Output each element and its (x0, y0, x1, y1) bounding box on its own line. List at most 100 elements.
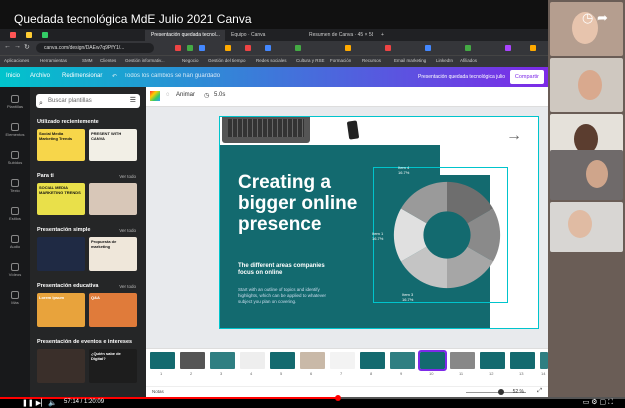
extension-icon[interactable] (187, 45, 193, 51)
sidebar-item-templates[interactable]: Plantillas (3, 95, 27, 109)
slide-body-text[interactable]: Start with an outline of topics and iden… (238, 287, 340, 305)
pause-icon[interactable]: ❚❚ (22, 400, 34, 407)
extension-icon[interactable] (199, 45, 205, 51)
bookmark[interactable]: Aplicaciones (4, 58, 29, 63)
video-scrubber[interactable] (334, 395, 341, 401)
page-thumbnail[interactable] (390, 352, 415, 369)
template-thumbnail[interactable]: Q&A (89, 293, 137, 327)
bookmark[interactable]: Email marketing (394, 58, 426, 63)
sidebar-item-styles[interactable]: Estilos (3, 207, 27, 221)
extension-icon[interactable] (265, 45, 271, 51)
new-tab-button[interactable]: + (375, 30, 387, 41)
see-all-link[interactable]: Ver todo (119, 284, 136, 289)
extension-icon[interactable] (530, 45, 536, 51)
sidebar-item-text[interactable]: Texto (3, 179, 27, 193)
url-input[interactable]: canva.com/design/DAEw7q9PfY1/... (36, 43, 154, 53)
extension-icon[interactable] (505, 45, 511, 51)
settings-icon[interactable]: ⚙ (591, 399, 597, 406)
page-thumbnail[interactable] (210, 352, 235, 369)
fullscreen-icon[interactable]: ⤢ (537, 388, 542, 395)
donut-chart[interactable] (388, 176, 506, 294)
page-thumbnail[interactable] (360, 352, 385, 369)
slide-canvas[interactable]: → Creating a bigger online presence The … (219, 116, 539, 329)
undo-icon[interactable]: ↶ (112, 73, 117, 80)
sidebar-item-videos[interactable]: Vídeos (3, 263, 27, 277)
bookmark[interactable]: Formación (330, 58, 351, 63)
template-thumbnail[interactable]: Propuesta de marketing (89, 237, 137, 271)
template-search-input[interactable]: ⌕ Buscar plantillas ☰ (36, 94, 140, 108)
template-thumbnail[interactable]: Lorem Ipsum (37, 293, 85, 327)
template-thumbnail[interactable] (37, 237, 85, 271)
page-thumbnail[interactable] (300, 352, 325, 369)
file-menu[interactable]: Archivo (30, 73, 50, 79)
page-thumbnail[interactable] (330, 352, 355, 369)
zoom-slider-handle[interactable] (498, 389, 504, 395)
volume-icon[interactable]: 🔈 (48, 400, 57, 407)
browser-tab[interactable]: Equipo · Canva (225, 30, 287, 41)
bookmark[interactable]: Recursos (362, 58, 381, 63)
extension-icon[interactable] (225, 45, 231, 51)
duration-button[interactable]: 5.0s (214, 92, 225, 98)
page-thumbnail[interactable] (180, 352, 205, 369)
slide-subtitle[interactable]: The different areas companies focus on o… (238, 263, 338, 277)
zoom-level[interactable]: 52 % (513, 389, 524, 395)
bookmark[interactable]: Gestión informativ... (125, 58, 165, 63)
forward-icon[interactable]: → (14, 43, 21, 50)
page-thumbnail-selected[interactable] (418, 350, 447, 371)
page-thumbnail[interactable] (150, 352, 175, 369)
template-thumbnail[interactable] (37, 349, 85, 383)
bookmark[interactable]: LinkedIn (436, 58, 453, 63)
subtitles-icon[interactable]: ▭ (583, 399, 590, 406)
see-all-link[interactable]: Ver todo (119, 174, 136, 179)
see-all-link[interactable]: Ver todo (119, 228, 136, 233)
sidebar-item-more[interactable]: Más (3, 291, 27, 305)
sidebar-item-uploads[interactable]: Subidos (3, 151, 27, 165)
page-thumbnail[interactable] (510, 352, 535, 369)
reload-icon[interactable]: ↻ (24, 43, 30, 51)
clock-icon[interactable]: ◷ (582, 10, 593, 25)
next-icon[interactable]: ▶▏ (36, 400, 47, 407)
notes-button[interactable]: Notas (152, 389, 164, 394)
bookmark[interactable]: Clientes (100, 58, 116, 63)
extension-icon[interactable] (385, 45, 391, 51)
resize-menu[interactable]: Redimensionar (62, 73, 102, 79)
bookmark[interactable]: Redes sociales (256, 58, 287, 63)
color-picker-icon[interactable] (150, 91, 160, 101)
slide-title[interactable]: Creating a bigger online presence (238, 172, 378, 235)
extension-icon[interactable] (345, 45, 351, 51)
sidebar-item-audio[interactable]: Audio (3, 235, 27, 249)
page-thumbnail[interactable] (480, 352, 505, 369)
extension-icon[interactable] (245, 45, 251, 51)
share-button[interactable]: Compartir (509, 70, 544, 84)
page-thumbnail[interactable] (450, 352, 475, 369)
template-thumbnail[interactable]: SOCIAL MEDIA MARKETING TRENDS (37, 183, 85, 215)
template-thumbnail[interactable] (89, 183, 137, 215)
extension-icon[interactable] (425, 45, 431, 51)
bookmark[interactable]: Gestión del tiempo (208, 58, 246, 63)
fullscreen-icon[interactable]: ⛶ (608, 399, 613, 406)
template-thumbnail[interactable]: ¿Quién sabe de Digital? (89, 349, 137, 383)
extension-icon[interactable] (465, 45, 471, 51)
animate-button[interactable]: Animar (176, 92, 195, 98)
filter-icon[interactable]: ☰ (130, 94, 136, 108)
template-thumbnail[interactable]: Social Media Marketing Trends (37, 129, 85, 161)
bookmark[interactable]: Cultura y RSE (296, 58, 325, 63)
page-thumbnail[interactable] (540, 352, 548, 369)
extension-icon[interactable] (295, 45, 301, 51)
bookmark[interactable]: Herramientas (40, 58, 67, 63)
back-icon[interactable]: ← (4, 43, 11, 50)
browser-tab[interactable]: Resumen de Canva · 45 × 58 · (303, 30, 373, 41)
browser-tab[interactable]: Presentación quedada tecnol... (145, 30, 225, 41)
bookmark[interactable]: SMM (82, 58, 93, 63)
miniplayer-icon[interactable]: ▢ (600, 399, 607, 406)
bookmark[interactable]: Negocio (182, 58, 199, 63)
sidebar-item-elements[interactable]: Elementos (3, 123, 27, 137)
bookmark[interactable]: Afiliados (460, 58, 477, 63)
home-link[interactable]: Inicio (6, 73, 20, 79)
page-thumbnail[interactable] (240, 352, 265, 369)
page-thumbnail[interactable] (270, 352, 295, 369)
extension-icon[interactable] (175, 45, 181, 51)
share-icon[interactable]: ➦ (597, 10, 608, 25)
template-thumbnail[interactable]: PRESENT WITH CANVA (89, 129, 137, 161)
document-title[interactable]: Presentación quedada tecnológica julio (418, 74, 505, 80)
